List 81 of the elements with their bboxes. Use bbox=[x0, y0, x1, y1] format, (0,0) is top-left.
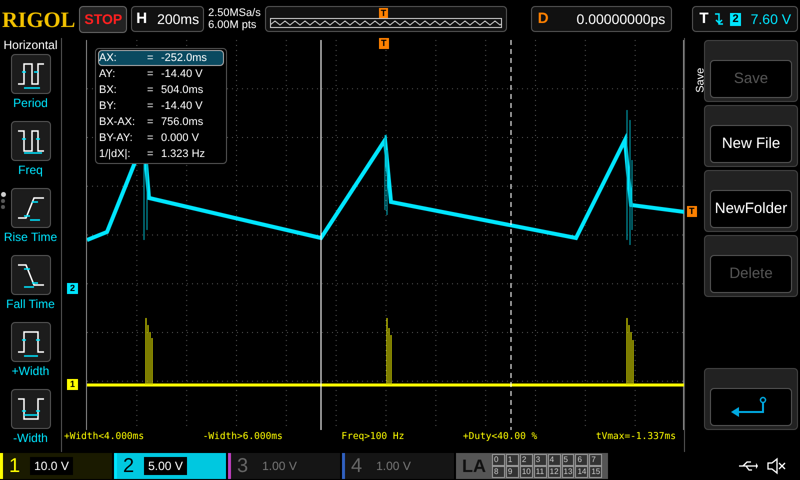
logic-bit: 13 bbox=[562, 466, 574, 478]
readout-value: -252.0ms bbox=[161, 51, 207, 65]
trigger-label: T bbox=[699, 8, 708, 29]
readout-equals: = bbox=[147, 51, 154, 65]
measure-button[interactable]: -Width bbox=[0, 389, 62, 455]
readout-label: AX: bbox=[99, 51, 118, 65]
logic-bit: 1 bbox=[506, 454, 519, 466]
readout-value: 0.000 V bbox=[161, 131, 199, 145]
logic-analyzer-tab[interactable]: LA 0 1 2 3 4 5 6 7 8 9 10 11 12 13 14 15 bbox=[456, 453, 608, 479]
channel-tab[interactable]: 2 5.00 V bbox=[114, 453, 226, 479]
channel-scale: 5.00 V bbox=[144, 457, 187, 475]
readout-value: 756.0ms bbox=[161, 115, 204, 129]
trigger-level-marker: T bbox=[687, 206, 696, 217]
channel-scale: 10.0 V bbox=[30, 457, 73, 475]
logic-bit: 6 bbox=[575, 454, 588, 466]
readout-equals: = bbox=[147, 99, 154, 113]
trigger-level: 7.60 V bbox=[750, 10, 792, 28]
measure-button[interactable]: Rise Time bbox=[0, 188, 62, 254]
logic-bit: 11 bbox=[534, 466, 547, 478]
delay-value: 0.00000000ps bbox=[576, 10, 666, 29]
logic-bit: 15 bbox=[589, 466, 602, 478]
brand-logo: RIGOL bbox=[2, 6, 76, 34]
measurement-result: +Duty<40.00 % bbox=[462, 431, 538, 443]
measure-button[interactable]: Fall Time bbox=[0, 255, 62, 321]
channel-2-marker: 2 bbox=[67, 283, 78, 294]
measurement-result: -Width>6.000ms bbox=[202, 431, 283, 443]
channel-1-marker: 1 bbox=[67, 379, 78, 390]
channel-number: 4 bbox=[351, 454, 362, 479]
readout-label: BX: bbox=[99, 83, 118, 97]
readout-equals: = bbox=[147, 67, 154, 81]
readout-label: BX-AX: bbox=[99, 115, 136, 129]
channel-number: 2 bbox=[123, 454, 134, 479]
readout-label: AY: bbox=[99, 67, 116, 81]
logic-bit: 3 bbox=[534, 454, 547, 466]
sample-rate: 2.50MSa/s bbox=[208, 7, 261, 19]
channel-number: 1 bbox=[9, 454, 20, 479]
trigger-source: 2 bbox=[730, 12, 741, 26]
readout-equals: = bbox=[147, 83, 154, 97]
readout-label: BY: bbox=[99, 99, 118, 113]
channel-scale: 1.00 V bbox=[375, 458, 412, 475]
readout-value: 504.0ms bbox=[161, 83, 204, 97]
logic-bit: 7 bbox=[589, 454, 602, 466]
measure-button[interactable]: Freq bbox=[0, 121, 62, 187]
readout-value: -14.40 V bbox=[161, 67, 203, 81]
logic-bit: 5 bbox=[562, 454, 574, 466]
readout-equals: = bbox=[147, 147, 154, 161]
logic-bit: 14 bbox=[575, 466, 588, 478]
measurement-result: +Width<4.000ms bbox=[64, 431, 144, 443]
channel-scale: 1.00 V bbox=[261, 458, 298, 475]
run-state-indicator: STOP bbox=[79, 6, 128, 32]
logic-bit: 8 bbox=[492, 466, 505, 478]
channel-number: 3 bbox=[237, 454, 248, 479]
logic-bit: 4 bbox=[548, 454, 561, 466]
menu-button[interactable]: New File bbox=[704, 105, 798, 167]
readout-equals: = bbox=[147, 131, 154, 145]
readout-label: 1/|dX|: bbox=[99, 147, 132, 161]
logic-bit: 9 bbox=[506, 466, 519, 478]
timebase-value: 200ms bbox=[157, 10, 200, 28]
readout-value: 1.323 Hz bbox=[161, 147, 206, 161]
logic-bit: 2 bbox=[520, 454, 533, 466]
logic-bit: 0 bbox=[492, 454, 505, 466]
channel-tab[interactable]: 3 1.00 V bbox=[228, 453, 340, 479]
measurement-result: tVmax=-1.337ms bbox=[596, 431, 676, 443]
horizontal-label: H bbox=[136, 8, 148, 29]
readout-equals: = bbox=[147, 115, 154, 129]
measurement-result: Freq>100 Hz bbox=[341, 431, 404, 443]
trigger-position-marker: T bbox=[378, 8, 388, 18]
readout-value: -14.40 V bbox=[161, 99, 203, 113]
channel-tab[interactable]: 4 1.00 V bbox=[342, 453, 454, 479]
readout-label: BY-AY: bbox=[99, 131, 134, 145]
delay-label: D bbox=[538, 8, 549, 29]
channel-tab[interactable]: 1 10.0 V bbox=[0, 453, 112, 479]
logic-bit: 10 bbox=[520, 466, 533, 478]
logic-bit: 12 bbox=[548, 466, 561, 478]
logic-label: LA bbox=[462, 454, 486, 478]
memory-depth: 6.00M pts bbox=[208, 19, 258, 31]
menu-button[interactable]: NewFolder bbox=[704, 170, 798, 232]
trigger-time-marker: T bbox=[379, 38, 388, 49]
measure-button[interactable]: +Width bbox=[0, 322, 62, 388]
panel-title: Horizontal bbox=[2, 38, 59, 52]
measure-button[interactable]: Period bbox=[0, 54, 62, 120]
